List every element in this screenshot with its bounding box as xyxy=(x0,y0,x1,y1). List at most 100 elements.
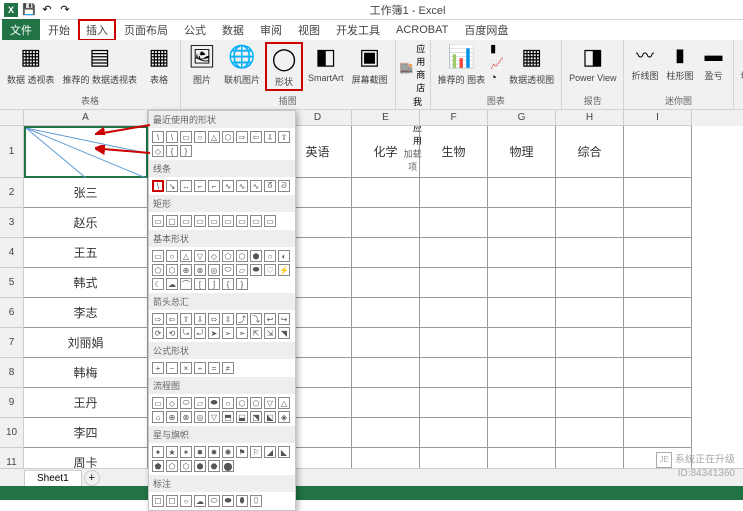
shape-item[interactable]: ○ xyxy=(222,397,234,409)
shape-item[interactable]: ⇩ xyxy=(264,131,276,143)
shape-item[interactable]: ⇲ xyxy=(264,327,276,339)
cell[interactable] xyxy=(420,178,488,208)
shape-item[interactable]: ▭ xyxy=(152,397,164,409)
sheet-tab-1[interactable]: Sheet1 xyxy=(24,470,82,486)
cell[interactable] xyxy=(556,418,624,448)
col-header-g[interactable]: G xyxy=(488,110,556,126)
line-chart-button[interactable]: 📈 xyxy=(490,57,504,71)
powerview-button[interactable]: ◨Power View xyxy=(566,42,619,84)
shape-item[interactable]: ▭ xyxy=(250,215,262,227)
shape-item[interactable]: ➤ xyxy=(208,327,220,339)
row-header-2[interactable]: 2 xyxy=(0,178,24,208)
cell[interactable] xyxy=(488,328,556,358)
cell-h1[interactable]: 综合 xyxy=(556,126,624,178)
shape-item[interactable]: ◇ xyxy=(152,145,164,157)
shape-item[interactable]: ▭ xyxy=(152,250,164,262)
cell[interactable] xyxy=(352,388,420,418)
shape-item[interactable]: ◥ xyxy=(278,327,290,339)
shape-item[interactable]: ⚑ xyxy=(236,446,248,458)
shape-item[interactable]: ⬠ xyxy=(250,397,262,409)
cell[interactable] xyxy=(352,238,420,268)
shape-item[interactable]: ] xyxy=(208,278,220,290)
cell[interactable] xyxy=(420,208,488,238)
shape-item[interactable]: ▭ xyxy=(222,215,234,227)
shape-item[interactable]: ⬢ xyxy=(250,250,262,262)
shape-item[interactable]: ▢ xyxy=(166,215,178,227)
shape-item[interactable]: } xyxy=(236,278,248,290)
row-header-7[interactable]: 7 xyxy=(0,328,24,358)
shape-item[interactable]: ◎ xyxy=(208,264,220,276)
cell[interactable] xyxy=(488,268,556,298)
sparkline-line-button[interactable]: 〰折线图 xyxy=(628,42,661,83)
shape-item[interactable]: ⌐ xyxy=(208,180,220,192)
shape-item[interactable]: ∿ xyxy=(236,180,248,192)
slicer-button[interactable]: ▯切片器 xyxy=(738,42,743,83)
shape-item[interactable]: ○ xyxy=(180,495,192,507)
redo-icon[interactable]: ↷ xyxy=(58,3,72,17)
shape-item[interactable]: ↔ xyxy=(180,180,192,192)
shape-item[interactable]: ⤾ xyxy=(194,327,206,339)
shapes-button[interactable]: ◯形状 xyxy=(265,42,303,91)
shape-item[interactable]: ÷ xyxy=(194,362,206,374)
shape-item[interactable]: ◢ xyxy=(264,446,276,458)
row-header-6[interactable]: 6 xyxy=(0,298,24,328)
cell[interactable] xyxy=(488,298,556,328)
shape-item[interactable]: ▭ xyxy=(208,215,220,227)
shape-item[interactable]: ☾ xyxy=(152,278,164,290)
cell[interactable] xyxy=(352,178,420,208)
pictures-button[interactable]: 🖼图片 xyxy=(185,42,219,87)
shape-item[interactable]: ○ xyxy=(194,131,206,143)
cell[interactable] xyxy=(556,298,624,328)
recommended-charts-button[interactable]: 📊推荐的 图表 xyxy=(435,42,489,87)
cell-a6[interactable]: 李志 xyxy=(24,298,148,328)
cell[interactable] xyxy=(556,358,624,388)
sparkline-column-button[interactable]: ▮柱形图 xyxy=(664,42,697,83)
cell-a3[interactable]: 赵乐 xyxy=(24,208,148,238)
cell[interactable] xyxy=(420,328,488,358)
cell[interactable] xyxy=(556,328,624,358)
shape-item[interactable]: ⬕ xyxy=(264,411,276,423)
shape-item[interactable]: ⤴ xyxy=(236,313,248,325)
cell[interactable] xyxy=(624,328,692,358)
cell-i1[interactable] xyxy=(624,126,692,178)
cell[interactable] xyxy=(420,358,488,388)
cell-e1[interactable]: 化学 xyxy=(352,126,420,178)
shape-item[interactable]: ⬡ xyxy=(236,397,248,409)
shape-item[interactable]: ᘐ xyxy=(278,180,290,192)
shape-item[interactable]: ⚐ xyxy=(250,446,262,458)
cell[interactable] xyxy=(624,418,692,448)
shape-item[interactable]: ⬡ xyxy=(166,264,178,276)
shape-item[interactable]: ⬓ xyxy=(236,411,248,423)
shape-line-item[interactable]: \ xyxy=(152,180,164,192)
tab-review[interactable]: 审阅 xyxy=(252,19,290,41)
cell[interactable] xyxy=(488,238,556,268)
shape-item[interactable]: ↩ xyxy=(264,313,276,325)
shape-item[interactable]: { xyxy=(222,278,234,290)
tab-data[interactable]: 数据 xyxy=(214,19,252,41)
shape-item[interactable]: ⬮ xyxy=(236,495,248,507)
tab-developer[interactable]: 开发工具 xyxy=(328,19,388,41)
tab-home[interactable]: 开始 xyxy=(40,19,78,41)
shape-item[interactable]: ⟳ xyxy=(152,327,164,339)
shape-item[interactable]: ☁ xyxy=(166,278,178,290)
save-icon[interactable]: 💾 xyxy=(22,3,36,17)
cell[interactable] xyxy=(420,238,488,268)
cell-a10[interactable]: 李四 xyxy=(24,418,148,448)
shape-item[interactable]: \ xyxy=(152,131,164,143)
shape-item[interactable]: ⌒ xyxy=(180,278,192,290)
shape-item[interactable]: ⚡ xyxy=(278,264,290,276)
shape-item[interactable]: ⌐ xyxy=(194,180,206,192)
shape-item[interactable]: ⬭ xyxy=(222,264,234,276)
shape-item[interactable]: ⬭ xyxy=(208,495,220,507)
shape-item[interactable]: ⊗ xyxy=(180,411,192,423)
shape-item[interactable]: ⬭ xyxy=(180,397,192,409)
shape-item[interactable]: ⇩ xyxy=(194,313,206,325)
shape-item[interactable]: ≠ xyxy=(222,362,234,374)
shape-item[interactable]: ⤿ xyxy=(180,327,192,339)
shape-item[interactable]: ♡ xyxy=(264,264,276,276)
shape-item[interactable]: ⊕ xyxy=(166,411,178,423)
shape-item[interactable]: ⊗ xyxy=(194,264,206,276)
shape-item[interactable]: ◈ xyxy=(278,411,290,423)
cell-g1[interactable]: 物理 xyxy=(488,126,556,178)
shape-item[interactable]: △ xyxy=(208,131,220,143)
